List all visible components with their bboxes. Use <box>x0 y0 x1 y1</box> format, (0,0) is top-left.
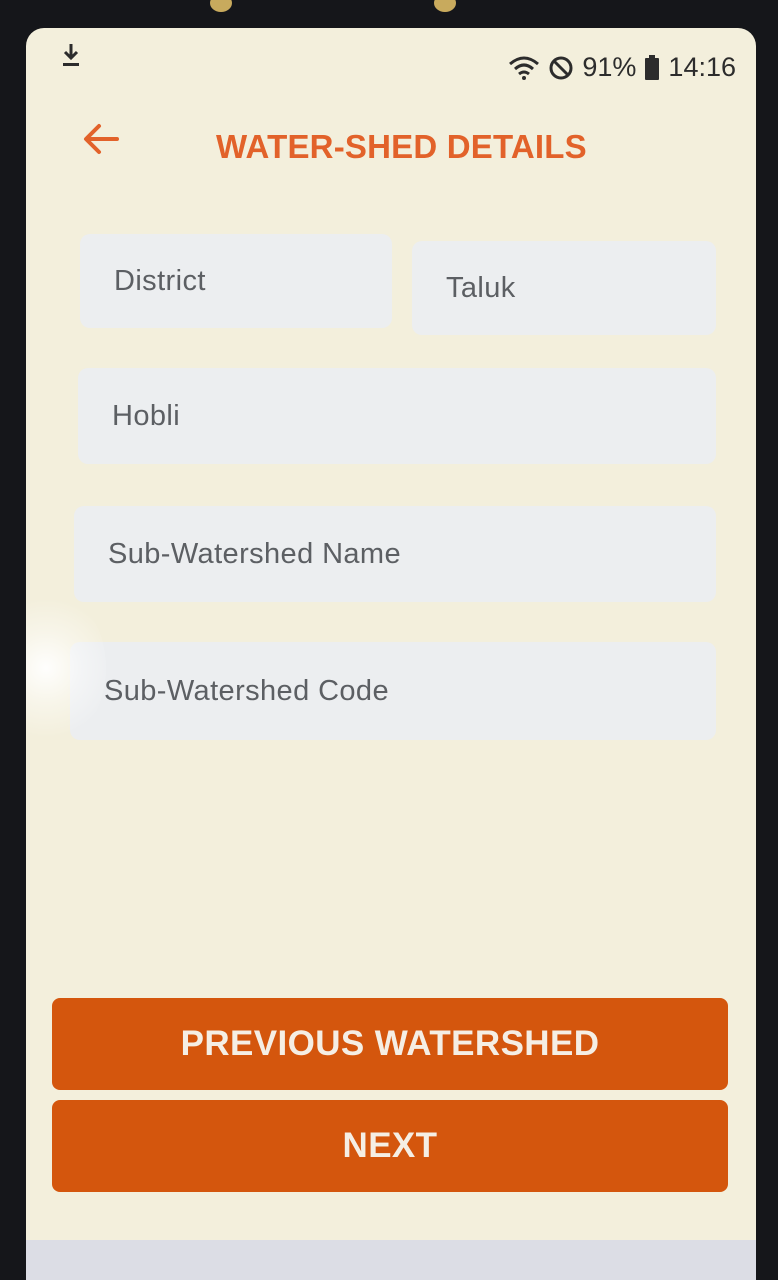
taluk-field[interactable]: Taluk <box>412 241 716 335</box>
district-placeholder: District <box>114 264 206 297</box>
sub-watershed-name-placeholder: Sub-Watershed Name <box>108 537 402 570</box>
wifi-icon <box>508 56 540 80</box>
previous-watershed-button[interactable]: PREVIOUS WATERSHED <box>52 998 728 1090</box>
do-not-disturb-icon <box>548 55 574 81</box>
app-bar: WATER-SHED DETAILS <box>26 108 756 188</box>
sub-watershed-name-field[interactable]: Sub-Watershed Name <box>74 506 716 602</box>
battery-icon <box>644 54 660 81</box>
back-button[interactable] <box>76 116 126 166</box>
sub-watershed-code-placeholder: Sub-Watershed Code <box>104 674 389 707</box>
next-button[interactable]: NEXT <box>52 1100 728 1192</box>
arrow-left-icon <box>81 121 121 162</box>
sensor-light <box>434 0 456 12</box>
download-icon <box>60 42 82 68</box>
taluk-placeholder: Taluk <box>446 271 516 304</box>
status-bar: 91% 14:16 <box>26 28 756 108</box>
hobli-placeholder: Hobli <box>112 399 181 432</box>
district-field[interactable]: District <box>80 234 392 328</box>
clock: 14:16 <box>668 52 736 82</box>
page-title: WATER-SHED DETAILS <box>216 128 587 165</box>
sub-watershed-code-field[interactable]: Sub-Watershed Code <box>70 642 716 740</box>
system-nav-bar <box>26 1240 756 1280</box>
battery-percent: 91% <box>582 52 637 82</box>
camera-light <box>210 0 232 12</box>
hobli-field[interactable]: Hobli <box>78 368 716 464</box>
phone-screen: 91% 14:16 WATER-SHED DETAILS District Ta… <box>26 28 756 1280</box>
